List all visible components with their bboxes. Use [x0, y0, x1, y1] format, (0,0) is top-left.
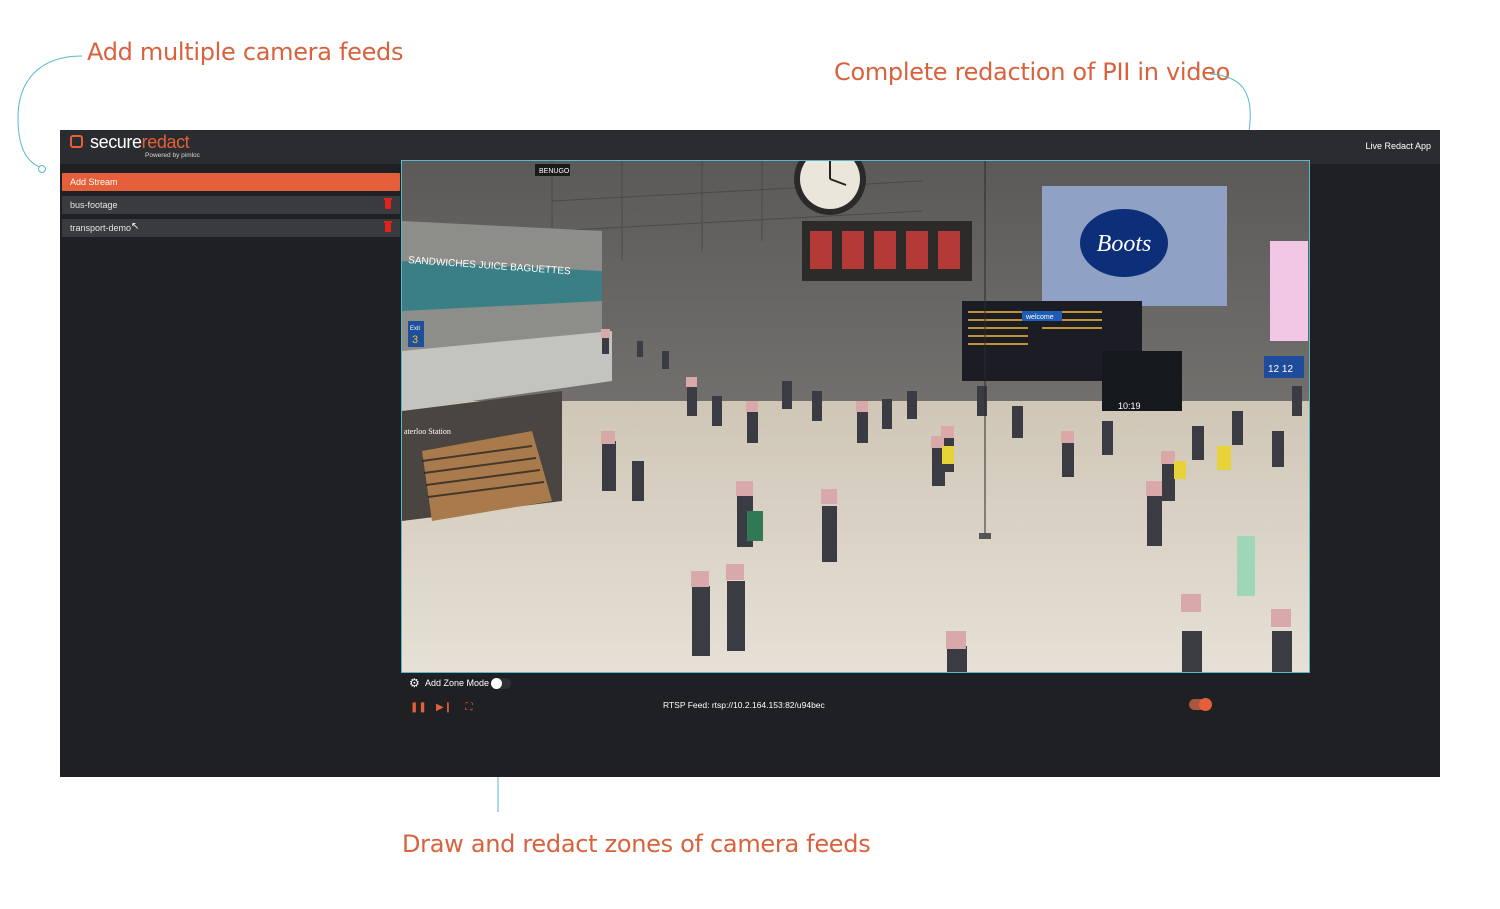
logo-mark-icon: [70, 135, 83, 148]
exit-number-sign: 3: [412, 334, 418, 346]
stream-sidebar: Add Stream bus-footage transport-demo ↖: [60, 164, 402, 777]
toggle-knob: [491, 678, 502, 689]
video-frame-station-scene: SANDWICHES JUICE BAGUETTES aterloo Stati…: [402, 161, 1309, 672]
station-sign: aterloo Station: [404, 427, 451, 436]
fullscreen-icon[interactable]: ⛶: [462, 701, 476, 715]
clock-display: 10:19: [1118, 401, 1141, 411]
exit-sign: Exit: [410, 326, 420, 332]
toggle-knob: [1199, 698, 1212, 711]
app-header: secureredact Powered by pimloc Live Reda…: [60, 130, 1440, 164]
stream-item-label: transport-demo: [70, 223, 132, 233]
add-zone-mode-toggle[interactable]: [491, 678, 511, 689]
delete-stream-icon[interactable]: [384, 221, 392, 232]
platform-sign: 12 12: [1268, 364, 1293, 375]
video-player[interactable]: SANDWICHES JUICE BAGUETTES aterloo Stati…: [401, 160, 1310, 673]
add-stream-button[interactable]: Add Stream: [62, 173, 400, 191]
stream-item-label: bus-footage: [70, 200, 118, 210]
boots-sign: Boots: [1097, 231, 1152, 257]
app-title: Live Redact App: [1365, 141, 1431, 151]
stream-item-bus-footage[interactable]: bus-footage: [62, 196, 400, 214]
welcome-sign: welcome: [1025, 314, 1054, 321]
add-zone-mode-label: Add Zone Mode: [425, 678, 490, 688]
rtsp-feed-url: RTSP Feed: rtsp://10.2.164.153:82/u94bec: [663, 700, 825, 710]
redaction-toggle[interactable]: [1189, 698, 1212, 711]
pause-icon[interactable]: ❚❚: [410, 701, 427, 715]
step-forward-icon[interactable]: ▶❙: [436, 701, 452, 715]
delete-stream-icon[interactable]: [384, 198, 392, 209]
live-redact-app-window: secureredact Powered by pimloc Live Reda…: [60, 130, 1440, 777]
callout-redact-zones: Draw and redact zones of camera feeds: [402, 830, 871, 858]
logo-wordmark: secureredact: [90, 132, 190, 152]
logo-powered-by: Powered by pimloc: [145, 152, 200, 159]
mouse-cursor-icon: ↖: [131, 221, 140, 232]
callout-add-camera-feeds: Add multiple camera feeds: [87, 38, 404, 66]
stream-item-transport-demo[interactable]: transport-demo ↖: [62, 219, 400, 237]
callout-pii-redaction: Complete redaction of PII in video: [834, 58, 1231, 86]
gear-icon[interactable]: ⚙: [409, 676, 420, 690]
benugo-sign: BENUGO: [539, 168, 570, 175]
